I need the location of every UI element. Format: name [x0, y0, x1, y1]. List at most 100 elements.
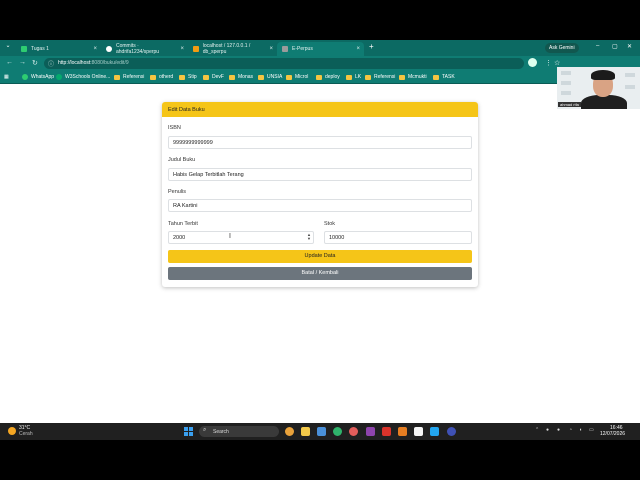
close-window-icon[interactable]: ✕	[627, 43, 632, 50]
phpmyadmin-icon	[193, 46, 199, 52]
chrome-app-icon[interactable]	[285, 427, 294, 436]
extensions-icon[interactable]: ⋮	[545, 59, 552, 67]
presenter-name: ahmad rifa	[558, 102, 581, 107]
bookmark-folder[interactable]: Microl	[286, 74, 308, 80]
w3schools-icon	[56, 74, 62, 80]
browser-app-icon[interactable]	[349, 427, 358, 436]
tab-close-icon[interactable]: ×	[180, 46, 184, 52]
tray-app-icon[interactable]: ●	[546, 427, 549, 433]
folder-icon	[229, 74, 235, 80]
forward-icon[interactable]: →	[19, 59, 26, 66]
url-field[interactable]: ⓘ http://localhost:8080/buku/edit/9 ☆	[44, 58, 560, 69]
bookmark-w3schools[interactable]: W3Schools Online...	[56, 74, 110, 80]
windows-start-icon[interactable]	[184, 427, 193, 436]
cancel-back-button[interactable]: Batal / Kembali	[168, 267, 472, 280]
tab-label: localhost / 127.0.0.1 / db_sperpu	[202, 43, 251, 55]
github-icon	[106, 46, 112, 52]
site-info-icon[interactable]: ⓘ	[48, 59, 54, 68]
app-icon[interactable]	[398, 427, 407, 436]
tab-favicon-icon	[21, 46, 27, 52]
url-host: http://localhost:	[58, 60, 92, 66]
screen: ⌄ Tugas 1 × Commits · ahdrifa1234/sperpu…	[0, 0, 640, 480]
bookmark-folder[interactable]: LK	[346, 74, 361, 80]
stok-input[interactable]: 10000	[324, 231, 472, 244]
penulis-input[interactable]: RA Kartini	[168, 199, 472, 212]
new-tab-button[interactable]: +	[369, 42, 374, 51]
weather-sun-icon[interactable]	[8, 427, 16, 435]
tab-label: Commits · ahdrifa1234/sperpu	[115, 43, 160, 55]
volume-icon[interactable]: ◖	[579, 427, 582, 433]
taskbar-search[interactable]: ⌕ Search	[199, 426, 279, 437]
maximize-icon[interactable]: ▢	[612, 43, 618, 50]
bookmark-folder[interactable]: Referensi	[114, 74, 144, 80]
back-icon[interactable]: ←	[6, 59, 13, 66]
app-icon[interactable]	[382, 427, 391, 436]
tab-close-icon[interactable]: ×	[93, 46, 97, 52]
bookmark-label: Stip	[188, 74, 197, 80]
bookmark-folder[interactable]: Referensi	[365, 74, 395, 80]
apps-grid-icon[interactable]: ▦	[4, 74, 9, 80]
tab-search-icon[interactable]: ⌄	[3, 42, 13, 53]
tab-commits[interactable]: Commits · ahdrifa1234/sperpu ×	[101, 42, 188, 56]
file-explorer-icon[interactable]	[301, 427, 310, 436]
presenter-body	[581, 95, 627, 109]
wifi-icon[interactable]: ◔	[569, 427, 572, 433]
backdrop-logo	[561, 81, 571, 85]
app-icon[interactable]	[447, 427, 456, 436]
bookmark-star-icon[interactable]: ☆	[554, 59, 560, 67]
bookmark-folder[interactable]: DevF	[203, 74, 224, 80]
tab-eperpus[interactable]: E-Perpus ×	[277, 42, 364, 56]
bookmark-folder[interactable]: UNSIA	[258, 74, 282, 80]
tab-close-icon[interactable]: ×	[356, 46, 360, 52]
battery-icon[interactable]: ▭	[589, 427, 594, 433]
bookmark-folder[interactable]: Monas	[229, 74, 253, 80]
number-spinner-icon[interactable]: ▲ ▼	[307, 233, 311, 241]
profile-avatar-icon[interactable]	[528, 58, 537, 67]
tahun-value: 2000	[173, 235, 186, 241]
card-title: Edit Data Buku	[162, 102, 478, 117]
tab-close-icon[interactable]: ×	[269, 46, 273, 52]
folder-icon	[365, 74, 371, 80]
folder-icon	[346, 74, 352, 80]
app-icon[interactable]	[414, 427, 423, 436]
bookmarks-bar: ▦ WhatsApp W3Schools Online... Referensi…	[0, 71, 640, 84]
app-icon[interactable]	[366, 427, 375, 436]
isbn-input[interactable]: 9999999999999	[168, 136, 472, 149]
folder-icon	[179, 74, 185, 80]
bookmark-label: UNSIA	[267, 74, 283, 80]
minimize-icon[interactable]: –	[596, 43, 599, 49]
judul-input[interactable]: Habis Gelap Terbitlah Terang	[168, 168, 472, 181]
tab-label: E-Perpus	[292, 46, 313, 52]
tray-chevron-icon[interactable]: ⌃	[535, 427, 539, 433]
tab-bar: ⌄ Tugas 1 × Commits · ahdrifa1234/sperpu…	[0, 40, 640, 56]
tab-phpmyadmin[interactable]: localhost / 127.0.0.1 / db_sperpu ×	[188, 42, 277, 56]
update-data-button[interactable]: Update Data	[168, 250, 472, 263]
tab-tugas[interactable]: Tugas 1 ×	[16, 42, 101, 56]
ask-gemini-button[interactable]: Ask Gemini	[545, 43, 579, 53]
bookmark-label: Microl	[295, 74, 309, 80]
browser-window: ⌄ Tugas 1 × Commits · ahdrifa1234/sperpu…	[0, 40, 640, 423]
tahun-input[interactable]: 2000 I ▲ ▼	[168, 231, 314, 244]
taskbar: 31°C Cerah ⌕ Search ⌃ ● ● ◔ ◖ ▭ 16:46 12…	[0, 423, 640, 440]
bookmark-folder[interactable]: Stip	[179, 74, 197, 80]
bookmark-folder[interactable]: deploy	[316, 74, 340, 80]
backdrop-logo	[625, 85, 635, 89]
tab-label: Tugas 1	[31, 46, 49, 52]
bookmark-folder[interactable]: TASK	[433, 74, 455, 80]
vscode-app-icon[interactable]	[430, 427, 439, 436]
tray-app-icon[interactable]: ●	[557, 427, 560, 433]
folder-icon	[433, 74, 439, 80]
page-content: Edit Data Buku ISBN 9999999999999 Judul …	[0, 85, 640, 423]
bookmark-folder[interactable]: Mcmukti	[399, 74, 427, 80]
weather-description: Cerah	[19, 431, 33, 437]
edge-app-icon[interactable]	[333, 427, 342, 436]
bookmark-whatsapp[interactable]: WhatsApp	[22, 74, 54, 80]
address-bar: ← → ↻ ⓘ http://localhost:8080/buku/edit/…	[0, 56, 640, 71]
reload-icon[interactable]: ↻	[32, 59, 38, 67]
backdrop-logo	[561, 91, 571, 95]
bookmark-label: LK	[355, 74, 362, 80]
search-icon: ⌕	[203, 427, 207, 433]
clock-date[interactable]: 12/07/2026	[600, 431, 625, 437]
store-app-icon[interactable]	[317, 427, 326, 436]
bookmark-folder[interactable]: otherd	[150, 74, 173, 80]
